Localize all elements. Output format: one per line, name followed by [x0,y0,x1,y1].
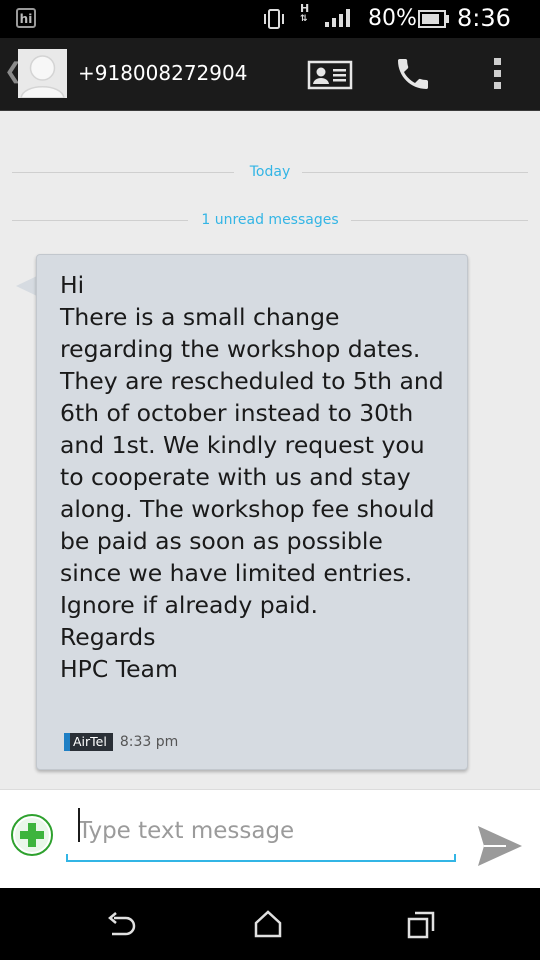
status-bar: hi H ⇅ 80% 8:36 pm [0,0,540,58]
conversation-header: ❮ +918008272904 [0,38,540,111]
vibrate-icon [264,9,284,29]
contact-number[interactable]: +918008272904 [78,61,247,85]
text-caret [78,808,80,842]
compose-bar [0,789,540,888]
signal-icon [325,9,350,27]
contact-avatar-icon[interactable] [18,49,67,98]
phone-call-icon[interactable] [393,54,433,94]
nav-home-icon[interactable] [253,910,283,938]
message-bubble-body[interactable]: Hi There is a small change regarding the… [36,254,468,770]
date-divider: Today [12,162,528,182]
nav-recents-icon[interactable] [407,911,435,939]
date-divider-label: Today [237,164,303,180]
bubble-tail [16,276,37,296]
message-bubble[interactable]: Hi There is a small change regarding the… [16,254,470,772]
send-icon[interactable] [476,824,524,868]
message-input[interactable] [66,808,456,854]
message-text: Hi There is a small change regarding the… [60,271,444,683]
unread-divider: 1 unread messages [12,210,528,230]
input-underline [66,854,456,862]
system-nav-bar [0,888,540,960]
add-attachment-icon[interactable] [11,814,53,856]
carrier-badge: AirTel [64,732,113,751]
battery-percent: 80% [368,6,417,31]
overflow-menu-icon[interactable] [494,58,502,90]
nav-back-icon[interactable] [106,912,136,938]
hike-icon: hi [16,8,36,28]
message-time: 8:33 pm [119,733,179,750]
message-meta: AirTel 8:33 pm [64,731,178,751]
unread-divider-label: 1 unread messages [189,212,351,228]
network-type-icon: H ⇅ [300,2,310,24]
message-list[interactable]: Today 1 unread messages Hi There is a sm… [0,111,540,789]
battery-icon [418,10,449,28]
contact-card-icon[interactable] [307,60,353,90]
